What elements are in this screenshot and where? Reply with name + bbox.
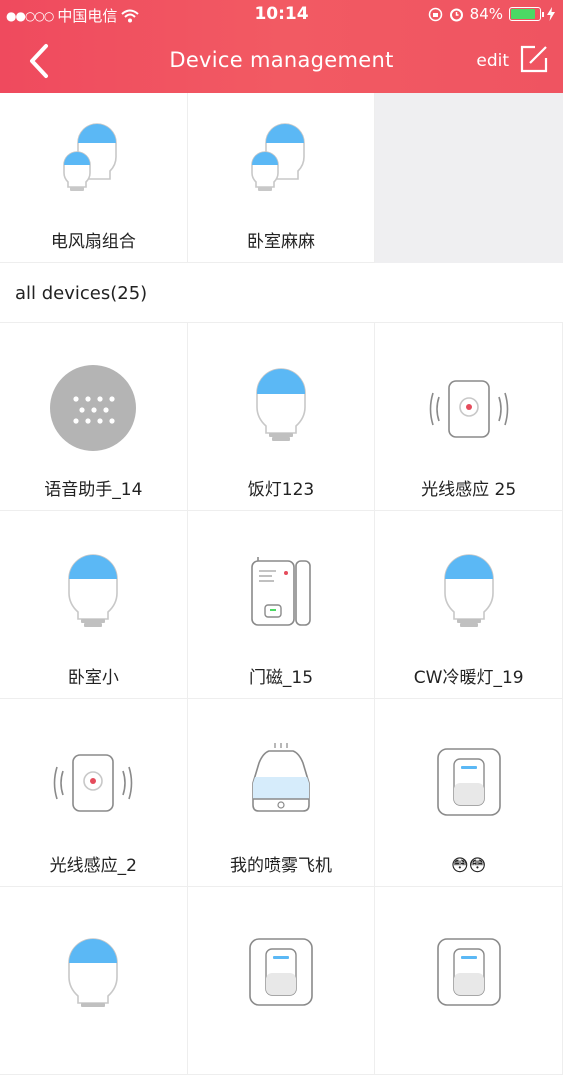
group-label: 电风扇组合: [50, 232, 136, 252]
bulb-icon: [68, 938, 119, 1007]
device-label: 门磁_15: [248, 668, 314, 688]
device-label: 我的喷雾飞机: [230, 856, 332, 876]
humidifier-icon: [252, 743, 310, 812]
door-sensor-icon: [251, 557, 311, 626]
device-tile[interactable]: CW冷暖灯_19: [375, 511, 563, 699]
battery-icon: [509, 7, 544, 21]
edit-icon[interactable]: [519, 44, 549, 74]
wall-switch-icon: [436, 748, 501, 816]
device-tile[interactable]: 卧室小: [0, 511, 188, 699]
bulb-icon: [443, 554, 494, 627]
device-label: 光线感应_2: [49, 856, 137, 876]
device-label: 卧室小: [67, 668, 119, 688]
device-tile[interactable]: 我的喷雾飞机: [187, 699, 376, 887]
device-tile[interactable]: [375, 887, 563, 1075]
device-tile[interactable]: [0, 887, 188, 1075]
device-tile[interactable]: 语音助手_14: [0, 323, 188, 511]
empty-tile: [375, 93, 563, 263]
device-label: 😳😳: [450, 856, 487, 876]
orientation-lock-icon: [428, 7, 442, 21]
device-label: 语音助手_14: [44, 480, 143, 500]
bulb-group-icon: [251, 123, 305, 191]
section-title: all devices(25): [15, 283, 148, 304]
alarm-icon: [449, 8, 463, 21]
bulb-icon: [68, 554, 119, 627]
app-header: ●●○○○ 中国电信 10:14 84% Device management e…: [0, 0, 563, 93]
edit-button[interactable]: edit: [476, 51, 509, 71]
voice-assistant-icon: [50, 365, 137, 451]
group-row: 电风扇组合 卧室麻麻: [0, 93, 563, 263]
device-tile[interactable]: 门磁_15: [187, 511, 376, 699]
bulb-icon: [256, 368, 306, 441]
bulb-group-icon: [63, 123, 118, 191]
device-tile[interactable]: 😳😳: [375, 699, 563, 887]
charging-icon: [547, 7, 555, 21]
wall-switch-icon: [249, 938, 313, 1006]
device-grid: 语音助手_14 饭灯123 光线感应 25 卧室小 门磁_15 CW冷暖灯_19…: [0, 323, 563, 1075]
device-tile[interactable]: 光线感应 25: [375, 323, 563, 511]
nav-bar: Device management edit: [0, 30, 563, 93]
group-tile[interactable]: 卧室麻麻: [187, 93, 376, 263]
group-label: 卧室麻麻: [247, 232, 315, 252]
device-label: 饭灯123: [247, 480, 315, 500]
status-bar: ●●○○○ 中国电信 10:14 84%: [0, 0, 563, 30]
device-tile[interactable]: 饭灯123: [187, 323, 376, 511]
light-sensor-icon: [429, 380, 508, 438]
device-tile[interactable]: [187, 887, 376, 1075]
device-label: CW冷暖灯_19: [413, 668, 524, 688]
battery-percent: 84%: [469, 5, 503, 23]
group-tile[interactable]: 电风扇组合: [0, 93, 188, 263]
section-header: all devices(25): [0, 263, 563, 323]
wall-switch-icon: [436, 938, 501, 1006]
device-tile[interactable]: 光线感应_2: [0, 699, 188, 887]
device-label: 光线感应 25: [421, 480, 517, 500]
light-sensor-icon: [54, 754, 133, 812]
